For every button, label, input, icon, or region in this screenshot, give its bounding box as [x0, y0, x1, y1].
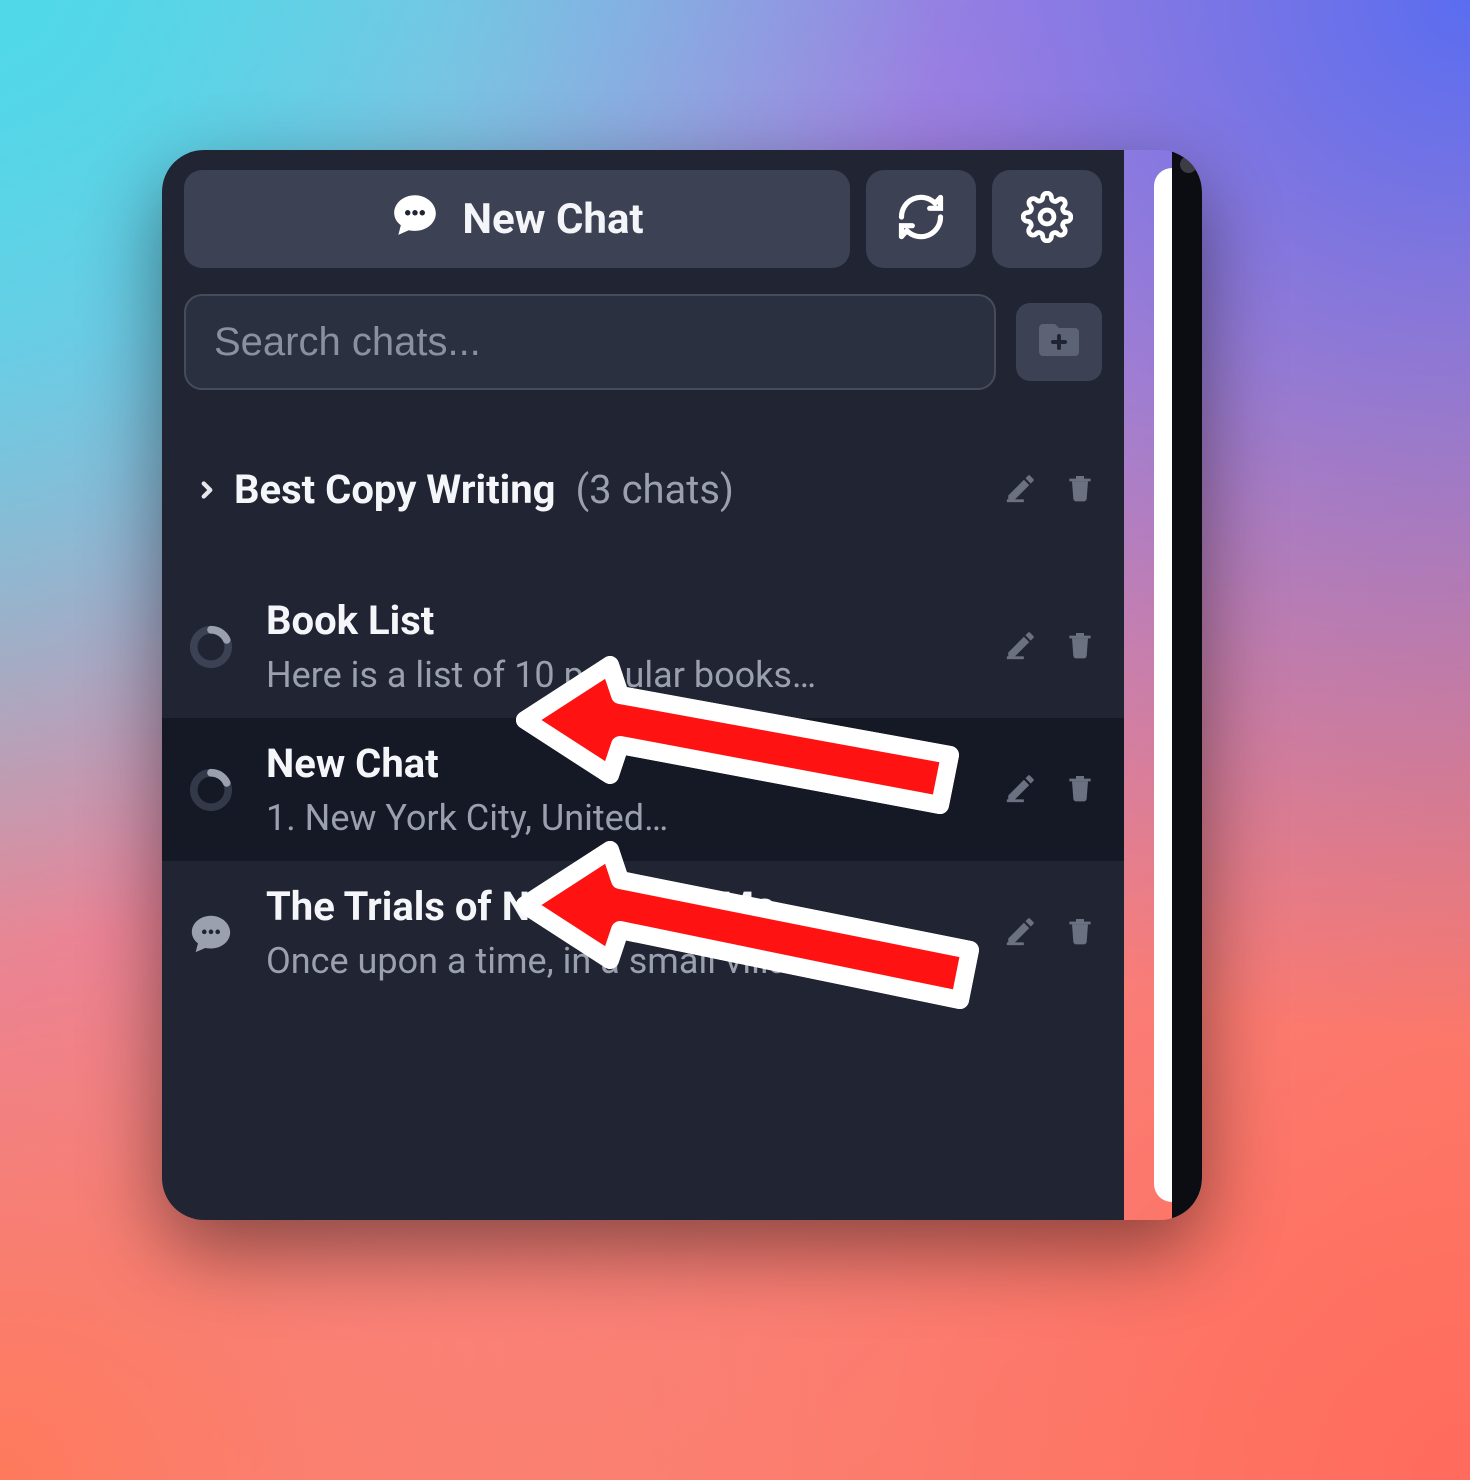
chat-bubble-icon [182, 910, 240, 956]
sidebar-list: Best Copy Writing (3 chats) [162, 440, 1124, 1004]
chat-actions [1004, 628, 1096, 666]
settings-button[interactable] [992, 170, 1102, 268]
top-toolbar: New Chat [162, 150, 1124, 284]
chat-title: New Chat [266, 740, 978, 787]
spinner-icon [182, 624, 240, 670]
search-row [162, 284, 1124, 390]
spinner-icon [182, 767, 240, 813]
app-window: New Chat [162, 150, 1202, 1220]
new-folder-button[interactable] [1016, 303, 1102, 381]
trash-icon[interactable] [1064, 471, 1096, 509]
refresh-button[interactable] [866, 170, 976, 268]
sidebar: New Chat [162, 150, 1124, 1220]
folder-name: Best Copy Writing [234, 466, 555, 513]
new-chat-label: New Chat [462, 195, 643, 244]
folder-plus-icon [1035, 316, 1083, 368]
folder-count: (3 chats) [575, 466, 733, 513]
chat-title: Book List [266, 597, 978, 644]
pencil-icon[interactable] [1004, 914, 1038, 952]
scrollbar-track[interactable] [1172, 150, 1202, 1220]
folder-actions [1004, 471, 1096, 509]
trash-icon[interactable] [1064, 771, 1096, 809]
pencil-icon[interactable] [1004, 771, 1038, 809]
chat-text: Book List Here is a list of 10 popular b… [266, 597, 978, 696]
chat-row[interactable]: New Chat 1. New York City, United… [162, 718, 1124, 861]
chat-actions [1004, 914, 1096, 952]
chat-preview: Here is a list of 10 popular books… [266, 654, 978, 696]
chat-actions [1004, 771, 1096, 809]
search-input[interactable] [184, 294, 996, 390]
folder-row[interactable]: Best Copy Writing (3 chats) [162, 440, 1124, 539]
chat-row[interactable]: Book List Here is a list of 10 popular b… [162, 575, 1124, 718]
refresh-icon [895, 191, 947, 247]
chat-title: The Trials of Nara's Wise Ma... [266, 883, 978, 930]
chat-preview: 1. New York City, United… [266, 797, 978, 839]
pencil-icon[interactable] [1004, 471, 1038, 509]
chat-bubble-icon [390, 189, 440, 250]
chat-preview: Once upon a time, in a small villa... [266, 940, 978, 982]
gear-icon [1021, 191, 1073, 247]
chat-text: The Trials of Nara's Wise Ma... Once upo… [266, 883, 978, 982]
scrollbar-thumb[interactable] [1180, 156, 1197, 173]
new-chat-button[interactable]: New Chat [184, 170, 850, 268]
pencil-icon[interactable] [1004, 628, 1038, 666]
chevron-right-icon [190, 477, 224, 503]
trash-icon[interactable] [1064, 914, 1096, 952]
trash-icon[interactable] [1064, 628, 1096, 666]
chat-row[interactable]: The Trials of Nara's Wise Ma... Once upo… [162, 861, 1124, 1004]
chat-text: New Chat 1. New York City, United… [266, 740, 978, 839]
